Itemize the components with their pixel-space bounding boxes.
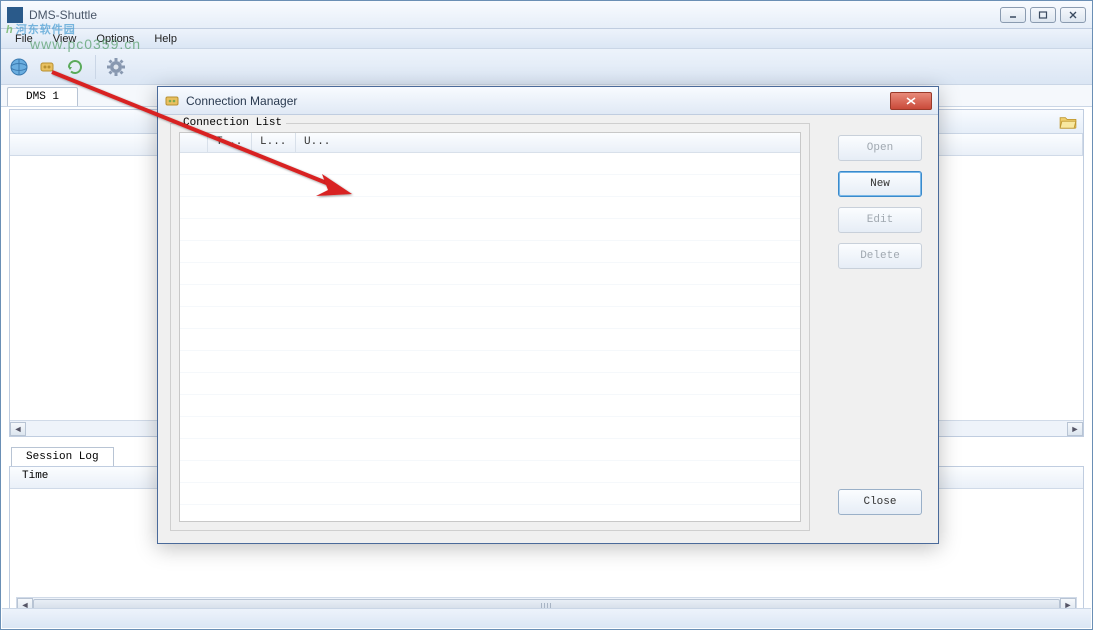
menu-options[interactable]: Options — [86, 31, 144, 47]
dialog-titlebar: Connection Manager — [158, 87, 938, 115]
titlebar: DMS-Shuttle — [1, 1, 1092, 29]
gear-icon — [106, 57, 126, 77]
close-button[interactable] — [1060, 7, 1086, 23]
scroll-left-icon[interactable]: ◄ — [10, 422, 26, 436]
col-type[interactable]: T... — [208, 133, 252, 152]
dialog-body: Connection List T... L... U... Open New … — [158, 115, 938, 533]
connection-list[interactable]: T... L... U... — [179, 132, 801, 522]
toolbar — [1, 49, 1092, 85]
delete-button[interactable]: Delete — [838, 243, 922, 269]
window-controls — [1000, 7, 1086, 23]
app-icon — [7, 7, 23, 23]
close-icon — [906, 97, 916, 105]
toolbar-settings-icon[interactable] — [104, 55, 128, 79]
session-tab[interactable]: Session Log — [11, 447, 114, 466]
close-icon — [1068, 11, 1078, 19]
dialog-close-button[interactable] — [890, 92, 932, 110]
menu-help[interactable]: Help — [144, 31, 187, 47]
dialog-title: Connection Manager — [186, 94, 890, 108]
col-blank[interactable] — [180, 133, 208, 152]
dialog-buttons: Open New Edit Delete — [838, 135, 922, 269]
fieldset-legend: Connection List — [179, 117, 286, 129]
minimize-icon — [1008, 11, 1018, 19]
dialog-close-row: Close — [838, 489, 922, 515]
maximize-icon — [1038, 11, 1048, 19]
col-url[interactable]: U... — [296, 133, 800, 152]
maximize-button[interactable] — [1030, 7, 1056, 23]
connection-manager-dialog: Connection Manager Connection List T... … — [157, 86, 939, 544]
close-button[interactable]: Close — [838, 489, 922, 515]
folder-open-icon[interactable] — [1059, 115, 1077, 129]
window-title: DMS-Shuttle — [29, 8, 1000, 22]
edit-button[interactable]: Edit — [838, 207, 922, 233]
connection-list-fieldset: Connection List T... L... U... — [170, 123, 810, 531]
connection-columns: T... L... U... — [180, 133, 800, 153]
toolbar-connect-icon[interactable] — [35, 55, 59, 79]
statusbar — [2, 608, 1091, 628]
tab-dms1[interactable]: DMS 1 — [7, 87, 78, 106]
toolbar-globe-icon[interactable] — [7, 55, 31, 79]
open-button[interactable]: Open — [838, 135, 922, 161]
menubar: File View Options Help — [1, 29, 1092, 49]
scroll-right-icon[interactable]: ► — [1067, 422, 1083, 436]
menu-view[interactable]: View — [43, 31, 87, 47]
col-login[interactable]: L... — [252, 133, 296, 152]
refresh-icon — [65, 57, 85, 77]
globe-icon — [9, 57, 29, 77]
toolbar-refresh-icon[interactable] — [63, 55, 87, 79]
plug-icon — [37, 57, 57, 77]
minimize-button[interactable] — [1000, 7, 1026, 23]
toolbar-separator — [95, 55, 96, 79]
new-button[interactable]: New — [838, 171, 922, 197]
connection-icon — [164, 93, 180, 109]
connection-rows[interactable] — [180, 153, 800, 521]
menu-file[interactable]: File — [5, 31, 43, 47]
